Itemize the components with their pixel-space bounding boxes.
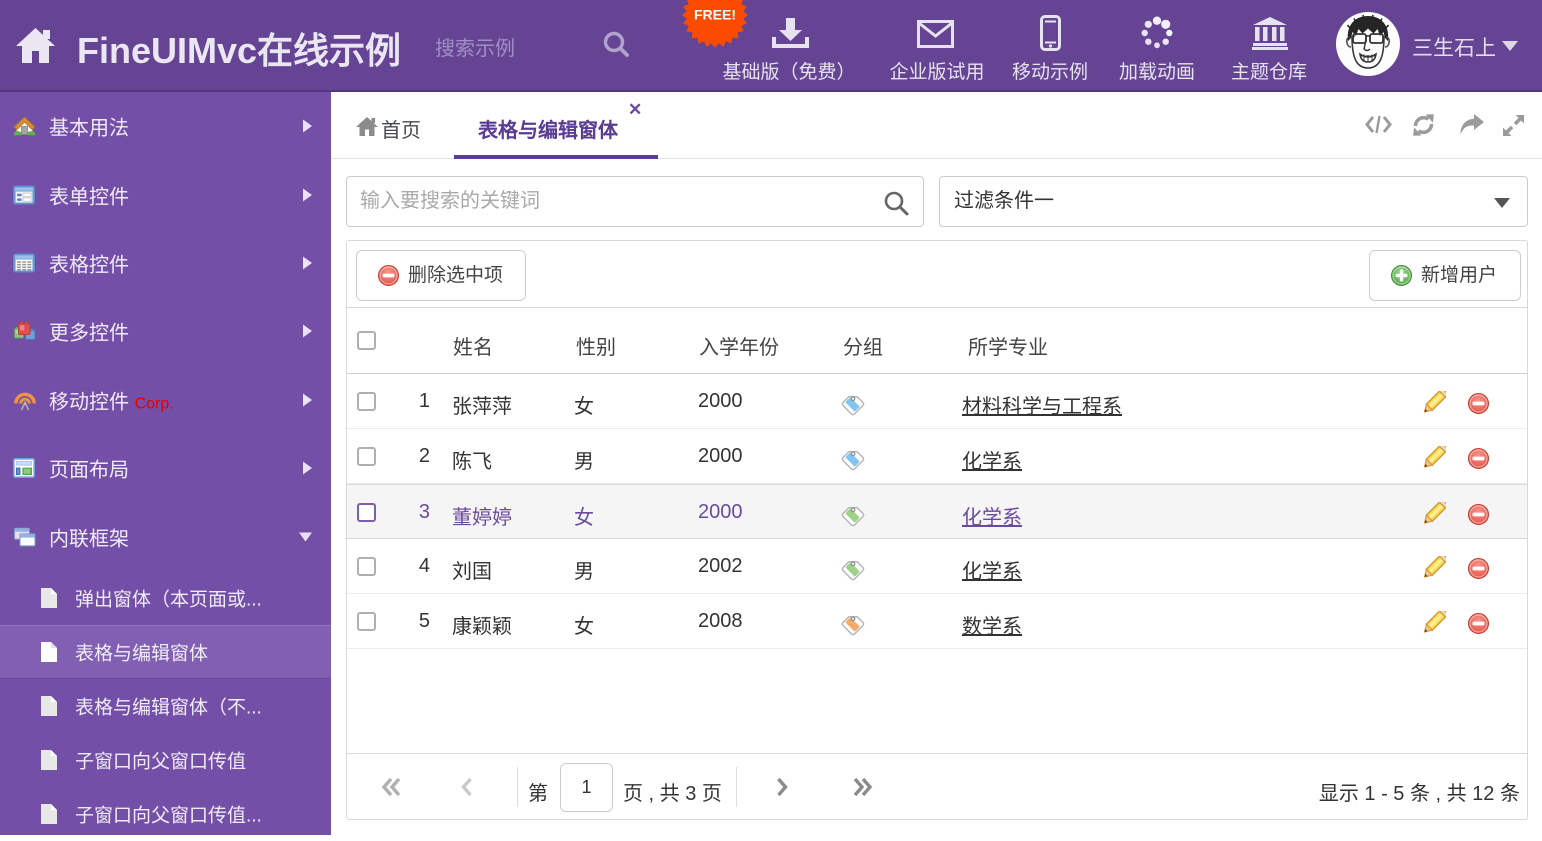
svg-text:FREE!: FREE! xyxy=(694,7,736,23)
